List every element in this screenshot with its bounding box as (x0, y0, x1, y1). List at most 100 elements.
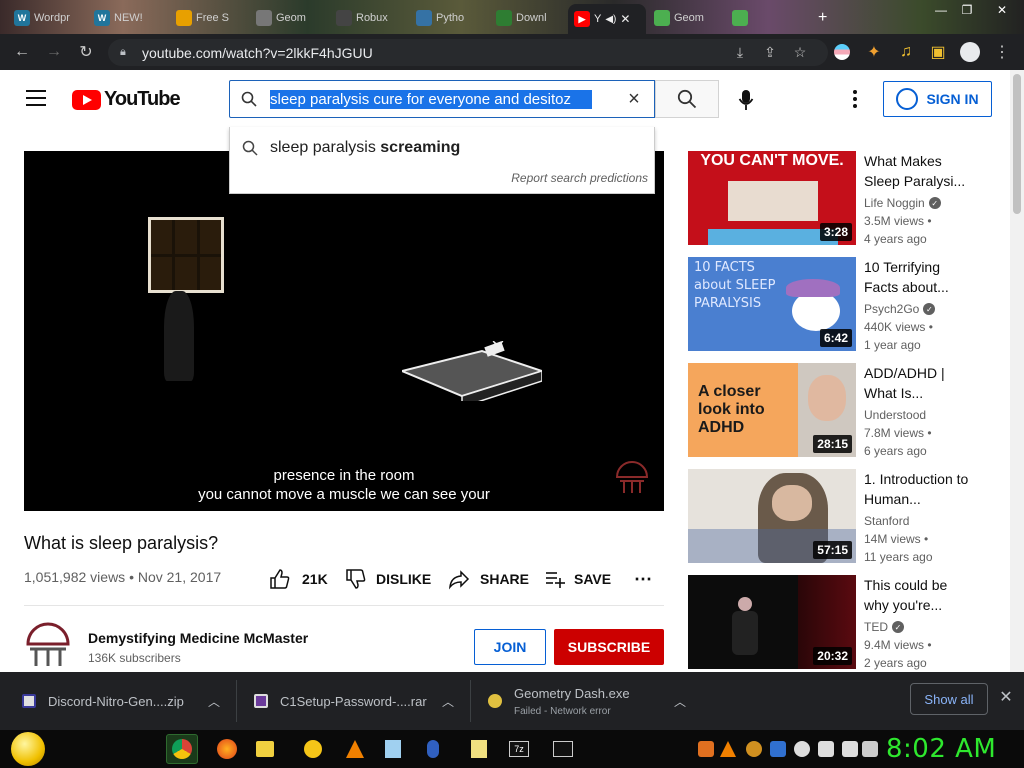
search-input[interactable]: sleep paralysis cure for everyone and de… (229, 80, 655, 118)
settings-more-icon[interactable] (846, 88, 864, 110)
microphone-icon[interactable] (732, 86, 760, 114)
new-tab-icon[interactable]: + (818, 6, 834, 30)
lock-icon: 🔒︎ (120, 45, 126, 58)
tray-vlc-icon[interactable] (720, 741, 736, 757)
report-predictions-link[interactable]: Report search predictions (511, 171, 648, 185)
search-button[interactable] (655, 80, 719, 118)
address-bar[interactable]: 🔒︎ youtube.com/watch?v=2lkkF4hJGUU ⤓ ⇪ ☆ (108, 39, 828, 66)
page-scrollbar[interactable] (1010, 70, 1024, 672)
reload-icon[interactable]: ↻ (74, 40, 98, 64)
more-actions-icon[interactable]: ⋯ (634, 566, 652, 592)
tab-extension[interactable] (732, 6, 752, 30)
related-video[interactable]: 10 FACTS about SLEEP PARALYSIS 6:42 10 T… (688, 257, 998, 352)
video-thumbnail[interactable]: 20:32 (688, 575, 856, 669)
account-icon (896, 88, 919, 110)
back-icon[interactable]: ← (10, 40, 34, 64)
shield-icon (732, 10, 748, 26)
tab-download[interactable]: Downl (496, 6, 562, 30)
related-title[interactable]: 10 Terrifying Facts about... (864, 257, 974, 297)
puzzle-icon[interactable]: ✦ (862, 40, 886, 64)
notepad-app[interactable] (378, 734, 408, 764)
channel-name[interactable]: Demystifying Medicine McMaster (88, 630, 308, 646)
sign-in-button[interactable]: SIGN IN (883, 81, 992, 117)
related-title[interactable]: 1. Introduction to Human... (864, 469, 974, 509)
download-item[interactable]: Discord-Nitro-Gen....zip ︿ (22, 672, 228, 730)
chevron-up-icon[interactable]: ︿ (674, 693, 686, 710)
search-query-text: sleep paralysis cure for everyone and de… (270, 89, 592, 109)
extension-flag-icon[interactable] (830, 40, 854, 64)
tray-app-icon[interactable] (698, 741, 714, 757)
tray-search-icon[interactable] (746, 741, 762, 757)
bluetooth-app[interactable] (418, 734, 448, 764)
related-channel: TED ✓ (864, 620, 904, 634)
tab-robux[interactable]: Robux (336, 6, 402, 30)
youtube-icon: ▶ (574, 11, 590, 27)
video-thumbnail[interactable]: 57:15 (688, 469, 856, 563)
dislike-button[interactable]: DISLIKE (344, 566, 431, 592)
tray-display-icon[interactable] (842, 741, 858, 757)
7zip-app[interactable]: 7z (504, 734, 534, 764)
tab-geometry-2[interactable]: Geom (654, 6, 720, 30)
related-title[interactable]: This could be why you're... (864, 575, 974, 615)
related-video[interactable]: 57:15 1. Introduction to Human... Stanfo… (688, 469, 998, 564)
tab-youtube-active[interactable]: ▶ Y ◀) ✕ (568, 4, 646, 34)
related-title[interactable]: What Makes Sleep Paralysi... (864, 151, 974, 191)
share-icon[interactable]: ⇪ (758, 39, 782, 66)
menu-icon[interactable] (26, 90, 46, 106)
emoji-app[interactable] (298, 734, 328, 764)
tray-flag-icon[interactable] (818, 741, 834, 757)
channel-avatar[interactable] (24, 622, 72, 670)
related-video[interactable]: YOU CAN'T MOVE. 3:28 What Makes Sleep Pa… (688, 151, 998, 246)
clear-search-icon[interactable]: × (624, 89, 644, 109)
chevron-up-icon[interactable]: ︿ (442, 693, 454, 710)
maximize-icon[interactable]: ❐ (954, 0, 980, 20)
download-item-failed[interactable]: Geometry Dash.exe Failed - Network error… (488, 672, 698, 730)
save-button[interactable]: SAVE (544, 566, 611, 592)
suggestion-item[interactable]: sleep paralysis screaming (242, 139, 460, 157)
youtube-logo[interactable]: YouTube (72, 88, 181, 111)
forward-icon[interactable]: → (42, 40, 66, 64)
media-icon[interactable]: ♫ (894, 40, 918, 64)
download-bar: Discord-Nitro-Gen....zip ︿ C1Setup-Passw… (0, 672, 1024, 730)
share-button[interactable]: SHARE (448, 566, 529, 592)
tab-wordpress[interactable]: W Wordpr (14, 6, 80, 30)
tray-network-icon[interactable] (770, 741, 786, 757)
bookmark-star-icon[interactable]: ☆ (788, 39, 812, 66)
tab-new[interactable]: W NEW! (94, 6, 160, 30)
tab-python[interactable]: Pytho (416, 6, 482, 30)
search-icon (677, 89, 697, 109)
tab-geometry[interactable]: Geom (256, 6, 322, 30)
subscribe-button[interactable]: SUBSCRIBE (554, 629, 664, 665)
install-icon[interactable]: ⤓ (728, 39, 752, 66)
tab-free[interactable]: Free S (176, 6, 242, 30)
related-video[interactable]: 20:32 This could be why you're... TED ✓ 9… (688, 575, 998, 670)
related-title[interactable]: ADD/ADHD | What Is... (864, 363, 974, 403)
browser-menu-icon[interactable]: ⋮ (990, 40, 1014, 64)
profile-icon[interactable] (958, 40, 982, 64)
vlc-app[interactable] (340, 734, 370, 764)
taskbar-clock[interactable]: 8:02 AM (886, 734, 996, 764)
start-button[interactable] (8, 730, 48, 768)
sidepanel-icon[interactable]: ▣ (926, 40, 950, 64)
notes-app[interactable] (464, 734, 494, 764)
volume-icon[interactable] (862, 741, 878, 757)
video-player[interactable]: presence in the room you cannot move a m… (24, 151, 664, 511)
firefox-app[interactable] (212, 734, 242, 764)
terminal-app[interactable] (548, 734, 578, 764)
show-all-downloads-button[interactable]: Show all (910, 683, 988, 715)
related-video[interactable]: A closer look into ADHD 28:15 ADD/ADHD |… (688, 363, 998, 458)
window-close-icon[interactable]: ✕ (984, 0, 1020, 20)
close-download-bar-icon[interactable]: ✕ (998, 690, 1014, 706)
download-item[interactable]: C1Setup-Password-....rar ︿ (254, 672, 464, 730)
minimize-icon[interactable]: — (928, 0, 954, 20)
video-thumbnail[interactable]: YOU CAN'T MOVE. 3:28 (688, 151, 856, 245)
chrome-app[interactable] (166, 734, 198, 764)
tab-close-icon[interactable]: ✕ (620, 12, 630, 26)
chevron-up-icon[interactable]: ︿ (208, 693, 220, 710)
video-thumbnail[interactable]: A closer look into ADHD 28:15 (688, 363, 856, 457)
file-explorer-app[interactable] (250, 734, 280, 764)
like-button[interactable]: 21K (268, 566, 328, 592)
tray-minus-icon[interactable] (794, 741, 810, 757)
join-button[interactable]: JOIN (474, 629, 546, 665)
video-thumbnail[interactable]: 10 FACTS about SLEEP PARALYSIS 6:42 (688, 257, 856, 351)
